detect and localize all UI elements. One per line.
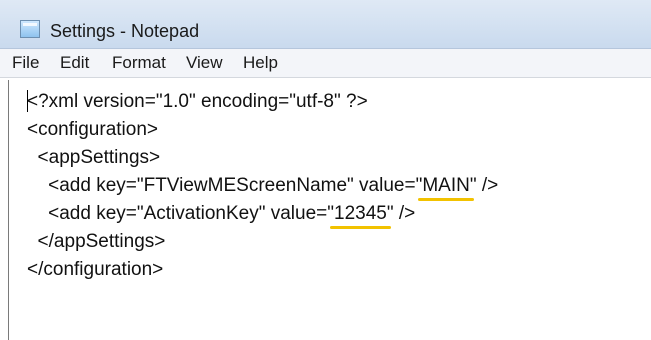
highlight-underline — [418, 198, 474, 201]
text-line-1: <?xml version="1.0" encoding="utf-8" ?> — [27, 91, 368, 112]
screen-name-value: MAIN — [418, 175, 474, 201]
line-4-suffix: " /> — [469, 175, 499, 196]
menu-format[interactable]: Format — [112, 53, 166, 73]
title-bar[interactable]: Settings - Notepad — [0, 0, 651, 49]
activation-key-value: 12345 — [330, 203, 391, 229]
menu-file[interactable]: File — [12, 53, 39, 73]
notepad-icon — [20, 20, 40, 38]
text-line-3: <appSettings> — [27, 147, 161, 168]
screen-name-text: MAIN — [422, 175, 470, 196]
menu-bar: File Edit Format View Help — [0, 49, 651, 78]
activation-key-text: 12345 — [334, 203, 387, 224]
menu-view[interactable]: View — [186, 53, 223, 73]
notepad-window: Settings - Notepad File Edit Format View… — [0, 0, 651, 340]
text-editor[interactable]: <?xml version="1.0" encoding="utf-8" ?> … — [8, 80, 651, 340]
text-line-5: <add key="ActivationKey" value="12345 " /… — [27, 202, 416, 229]
line-4-prefix: <add key="FTViewMEScreenName" value=" — [27, 175, 423, 196]
text-line-4: <add key="FTViewMEScreenName" value="MAI… — [27, 174, 499, 201]
menu-help[interactable]: Help — [243, 53, 278, 73]
text-line-7: </configuration> — [27, 259, 164, 280]
line-5-prefix: <add key="ActivationKey" value=" — [27, 203, 334, 224]
highlight-underline — [330, 226, 391, 229]
text-line-6: </appSettings> — [27, 231, 166, 252]
text-line-2: <configuration> — [27, 119, 158, 140]
window-title: Settings - Notepad — [50, 21, 200, 41]
line-5-suffix: " /> — [386, 203, 416, 224]
menu-edit[interactable]: Edit — [60, 53, 89, 73]
